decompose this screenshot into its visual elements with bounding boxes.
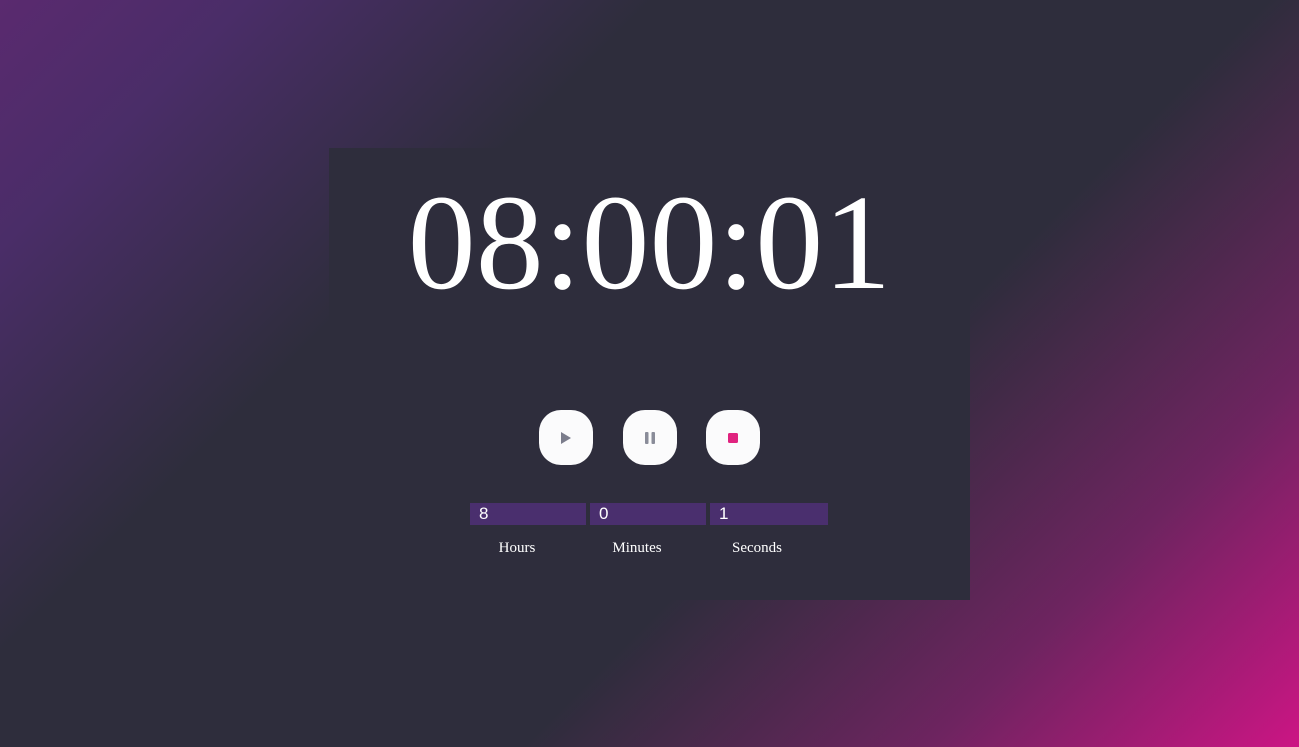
play-button[interactable]: [539, 410, 593, 465]
seconds-input[interactable]: [710, 503, 828, 525]
seconds-label: Seconds: [732, 540, 782, 556]
pause-icon: [645, 431, 655, 444]
minutes-label: Minutes: [612, 540, 662, 556]
time-inputs: [470, 503, 830, 525]
stop-icon: [728, 432, 738, 443]
play-icon: [561, 431, 571, 444]
pause-button[interactable]: [623, 410, 677, 465]
minutes-input[interactable]: [590, 503, 706, 525]
timer-controls: [539, 410, 760, 465]
timer-display-text: 08:00:01: [407, 168, 892, 318]
hours-input[interactable]: [470, 503, 586, 525]
stop-button[interactable]: [706, 410, 760, 465]
timer-display: 08:00:01: [0, 168, 1299, 318]
hours-label: Hours: [498, 540, 536, 556]
